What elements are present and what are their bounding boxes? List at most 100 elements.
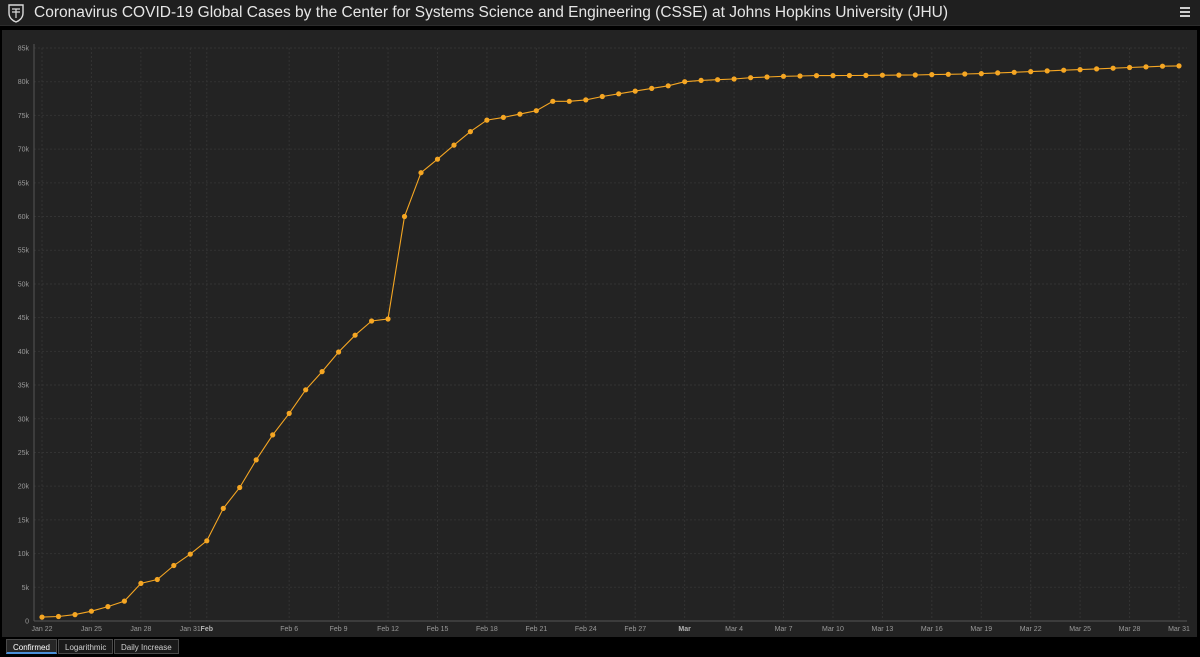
data-point[interactable] bbox=[303, 387, 309, 393]
x-tick-label: Feb 18 bbox=[476, 626, 498, 633]
data-point[interactable] bbox=[764, 74, 770, 80]
data-point[interactable] bbox=[962, 71, 968, 77]
data-point[interactable] bbox=[632, 88, 638, 94]
y-tick-label: 25k bbox=[18, 450, 30, 457]
data-point[interactable] bbox=[500, 114, 506, 120]
hamburger-menu-icon[interactable] bbox=[1178, 5, 1192, 21]
data-point[interactable] bbox=[583, 97, 589, 103]
data-point[interactable] bbox=[418, 170, 424, 176]
x-tick-label: Feb 15 bbox=[427, 626, 449, 633]
data-point[interactable] bbox=[517, 111, 523, 117]
data-point[interactable] bbox=[154, 576, 160, 583]
data-point[interactable] bbox=[929, 72, 935, 78]
series-line bbox=[41, 65, 1180, 618]
data-point[interactable] bbox=[1159, 63, 1166, 69]
data-point[interactable] bbox=[1028, 69, 1034, 75]
data-point[interactable] bbox=[797, 73, 803, 79]
y-tick-label: 20k bbox=[18, 484, 30, 491]
x-tick-label: Jan 22 bbox=[31, 626, 52, 633]
x-tick-label: Jan 28 bbox=[130, 626, 151, 633]
y-tick-label: 10k bbox=[18, 551, 30, 558]
tab-logarithmic[interactable]: Logarithmic bbox=[58, 639, 114, 654]
data-point[interactable] bbox=[253, 457, 259, 463]
y-tick-label: 60k bbox=[18, 214, 30, 221]
data-point[interactable] bbox=[945, 71, 951, 77]
data-point[interactable] bbox=[533, 108, 539, 114]
data-point[interactable] bbox=[138, 580, 144, 587]
data-point[interactable] bbox=[813, 73, 820, 79]
y-tick-label: 0 bbox=[25, 619, 29, 626]
tab-daily-increase[interactable]: Daily Increase bbox=[114, 639, 179, 654]
data-point[interactable] bbox=[484, 117, 490, 123]
data-point[interactable] bbox=[55, 613, 62, 620]
data-point[interactable] bbox=[665, 83, 671, 89]
data-point[interactable] bbox=[187, 551, 193, 557]
data-point[interactable] bbox=[1044, 68, 1050, 74]
y-tick-label: 85k bbox=[18, 46, 30, 53]
x-tick-label: Mar 22 bbox=[1020, 626, 1042, 633]
data-point[interactable] bbox=[237, 484, 243, 491]
jhu-shield-icon bbox=[8, 4, 24, 23]
data-point[interactable] bbox=[780, 73, 787, 79]
data-point[interactable] bbox=[105, 604, 111, 610]
chart-panel: 0 5k 10k 15k 20k 25k 30k 35k 40k 45k 50k 55k 60k 65k 7… bbox=[2, 30, 1197, 637]
x-tick-label: Mar 16 bbox=[921, 626, 943, 633]
data-point[interactable] bbox=[879, 72, 886, 78]
data-point[interactable] bbox=[270, 432, 276, 438]
data-point[interactable] bbox=[550, 98, 556, 104]
data-point[interactable] bbox=[171, 562, 177, 569]
y-tick-label: 75k bbox=[18, 113, 30, 120]
page-title: Coronavirus COVID-19 Global Cases by the… bbox=[34, 4, 949, 21]
data-point[interactable] bbox=[72, 612, 78, 618]
x-tick-label: Feb bbox=[201, 626, 213, 633]
data-point[interactable] bbox=[220, 505, 226, 511]
data-point[interactable] bbox=[1110, 65, 1116, 71]
data-point[interactable] bbox=[204, 538, 210, 544]
data-point[interactable] bbox=[896, 72, 902, 78]
data-point[interactable] bbox=[1176, 63, 1182, 69]
data-point[interactable] bbox=[336, 349, 342, 355]
data-point[interactable] bbox=[616, 91, 622, 97]
y-tick-label: 65k bbox=[18, 180, 30, 187]
data-point[interactable] bbox=[1127, 64, 1133, 71]
y-tick-label: 45k bbox=[18, 315, 30, 322]
data-point[interactable] bbox=[863, 72, 869, 78]
x-tick-label: Mar 4 bbox=[725, 626, 743, 633]
data-point[interactable] bbox=[385, 316, 391, 322]
data-point[interactable] bbox=[1061, 67, 1067, 73]
data-point[interactable] bbox=[451, 142, 457, 148]
data-point[interactable] bbox=[830, 73, 836, 79]
data-point[interactable] bbox=[467, 129, 473, 135]
data-point[interactable] bbox=[1077, 67, 1083, 73]
data-point[interactable] bbox=[319, 369, 325, 375]
data-point[interactable] bbox=[698, 77, 704, 83]
data-point[interactable] bbox=[369, 318, 375, 324]
data-point[interactable] bbox=[748, 75, 754, 81]
data-point[interactable] bbox=[1011, 69, 1017, 75]
data-point[interactable] bbox=[1143, 64, 1149, 70]
data-point[interactable] bbox=[434, 156, 441, 162]
tab-confirmed[interactable]: Confirmed bbox=[6, 639, 57, 654]
data-point[interactable] bbox=[649, 85, 655, 91]
x-tick-label: Mar 25 bbox=[1069, 626, 1091, 633]
data-point[interactable] bbox=[912, 72, 918, 78]
data-point[interactable] bbox=[121, 598, 127, 604]
x-tick-label: Mar 13 bbox=[871, 626, 893, 633]
y-tick-label: 50k bbox=[18, 281, 30, 288]
data-point[interactable] bbox=[846, 72, 853, 79]
data-point[interactable] bbox=[286, 410, 292, 416]
data-point[interactable] bbox=[978, 71, 984, 77]
data-point[interactable] bbox=[88, 608, 94, 614]
data-point[interactable] bbox=[1094, 66, 1100, 72]
data-point[interactable] bbox=[682, 79, 688, 85]
data-point[interactable] bbox=[715, 77, 721, 83]
data-point[interactable] bbox=[599, 93, 605, 100]
data-point[interactable] bbox=[995, 70, 1001, 76]
data-point[interactable] bbox=[566, 98, 572, 104]
data-point[interactable] bbox=[401, 213, 408, 220]
data-point[interactable] bbox=[731, 76, 737, 82]
series-confirmed bbox=[39, 63, 1182, 620]
data-point[interactable] bbox=[352, 332, 358, 338]
x-tick-label: Feb 9 bbox=[330, 626, 348, 633]
data-point[interactable] bbox=[39, 614, 45, 620]
